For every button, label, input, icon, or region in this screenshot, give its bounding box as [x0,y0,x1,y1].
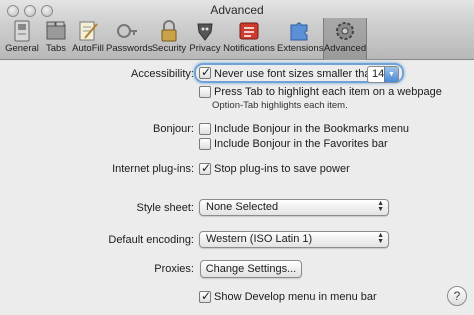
accessibility-label: Accessibility: [131,68,194,80]
tab-autofill-label: AutoFill [72,43,104,54]
gear-icon [336,22,354,40]
tab-notifications[interactable]: Notifications [223,20,275,58]
tab-general[interactable]: General [4,20,40,58]
stop-plugins-checkbox[interactable] [199,161,211,175]
bonjour-favorites-bar-checkbox[interactable] [199,138,211,150]
press-tab-hint: Option-Tab highlights each item. [212,100,348,111]
chevron-down-icon: ▼ [384,67,398,82]
min-font-size-checkbox[interactable] [199,65,211,79]
lock-icon [161,20,177,42]
toolbar: Advanced General Tabs AutoFill Passwords… [0,0,474,60]
advanced-pane: Accessibility: Never use font sizes smal… [0,61,474,315]
bonjour-bookmarks-menu-checkbox[interactable] [199,123,211,135]
tab-advanced[interactable]: Advanced [323,18,367,60]
notifications-icon [239,22,259,40]
style-sheet-popup[interactable]: None Selected ▲ ▼ [199,199,389,216]
tab-security[interactable]: Security [151,20,187,58]
min-font-size-popup[interactable]: 14 ▼ [367,66,399,83]
general-icon [14,20,30,42]
bonjour-label: Bonjour: [153,123,194,135]
min-font-size-value: 14 [372,68,385,80]
preferences-window: Advanced General Tabs AutoFill Passwords… [0,0,474,315]
press-tab-checkbox[interactable] [199,86,211,98]
change-settings-button[interactable]: Change Settings... [200,260,302,278]
tab-passwords-label: Passwords [106,43,153,54]
stop-plugins-label: Stop plug-ins to save power [214,163,350,175]
tab-security-label: Security [151,43,187,54]
default-encoding-value: Western (ISO Latin 1) [206,233,313,245]
window-title: Advanced [210,3,264,17]
tab-privacy-label: Privacy [189,43,221,54]
autofill-icon [79,21,98,41]
tab-privacy[interactable]: Privacy [189,20,221,58]
show-develop-menu-checkbox[interactable] [199,289,211,303]
min-font-size-label: Never use font sizes smaller than [214,68,377,80]
privacy-icon [197,23,213,41]
tab-autofill[interactable]: AutoFill [72,20,104,58]
default-encoding-label: Default encoding: [108,234,194,246]
show-develop-menu-label: Show Develop menu in menu bar [214,291,377,303]
proxies-label: Proxies: [154,263,194,275]
tab-notifications-label: Notifications [223,43,275,54]
bonjour-favorites-bar-label: Include Bonjour in the Favorites bar [214,138,388,150]
plugins-label: Internet plug-ins: [112,163,194,175]
help-button[interactable]: ? [447,286,467,306]
style-sheet-label: Style sheet: [136,202,194,214]
tab-tabs-label: Tabs [45,43,67,54]
press-tab-label: Press Tab to highlight each item on a we… [214,86,442,98]
tabs-icon [46,21,66,40]
default-encoding-popup[interactable]: Western (ISO Latin 1) ▲ ▼ [199,231,389,248]
style-sheet-value: None Selected [206,201,279,213]
tab-extensions-label: Extensions [277,43,324,54]
passwords-icon [117,24,137,38]
up-down-arrows-icon: ▲ ▼ [377,200,384,213]
tab-tabs[interactable]: Tabs [42,20,70,58]
tab-extensions[interactable]: Extensions [277,20,324,58]
puzzle-icon [290,22,308,41]
tab-advanced-label: Advanced [323,43,367,54]
tab-passwords[interactable]: Passwords [106,20,153,58]
bonjour-bookmarks-menu-label: Include Bonjour in the Bookmarks menu [214,123,410,135]
up-down-arrows-icon: ▲ ▼ [377,232,384,245]
tab-general-label: General [5,43,39,54]
